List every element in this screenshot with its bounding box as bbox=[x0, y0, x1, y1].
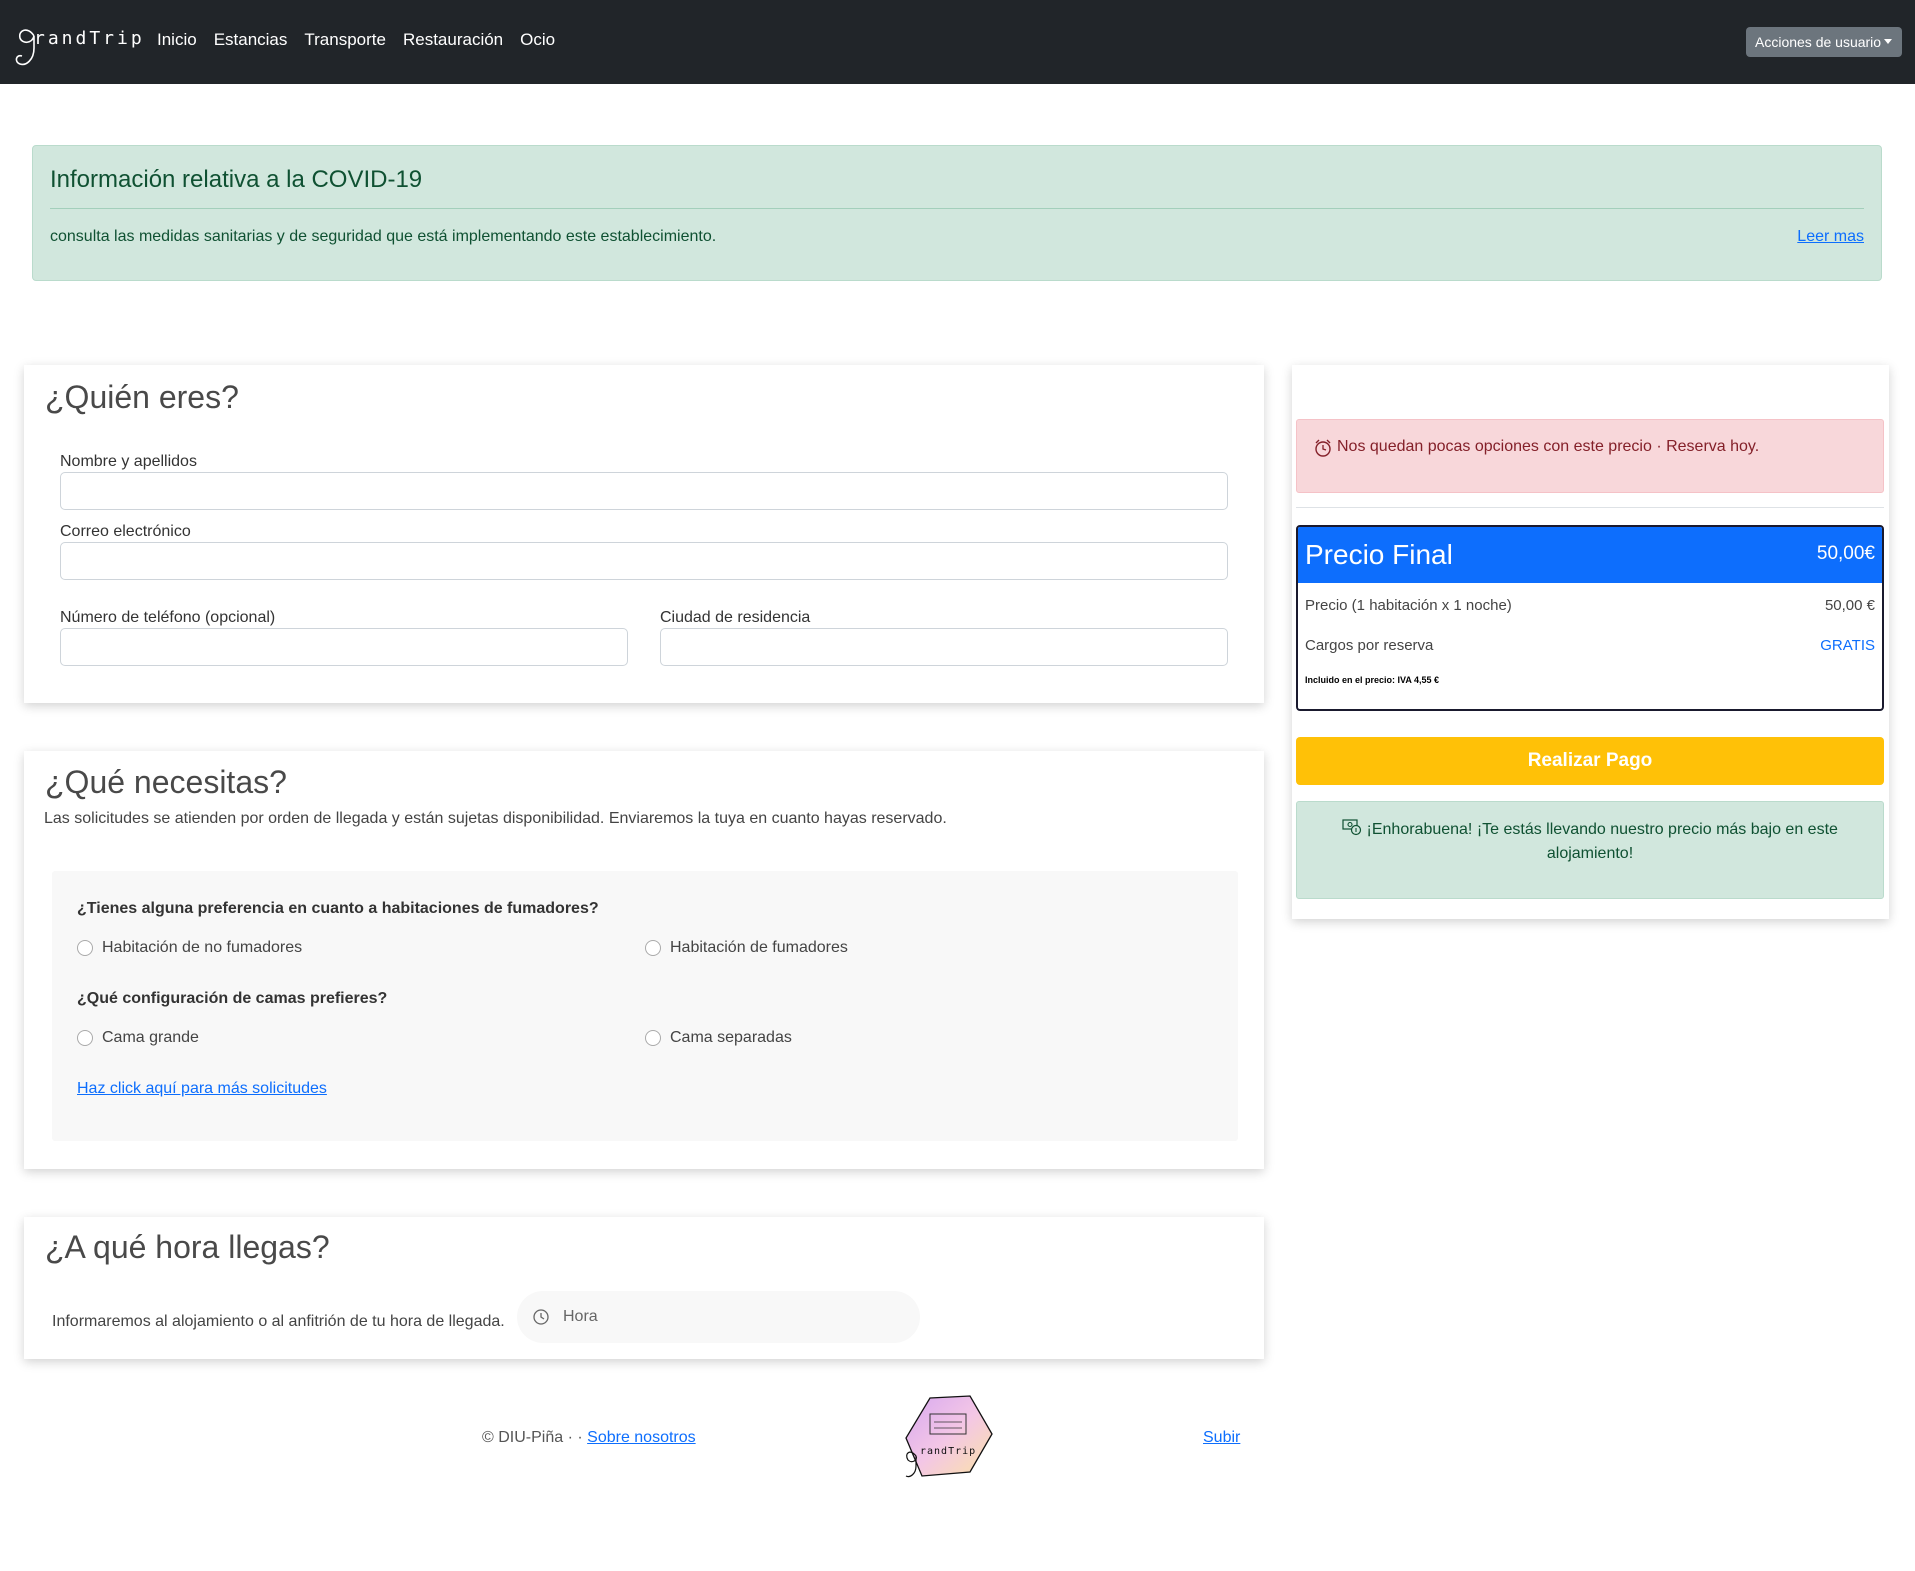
name-input[interactable] bbox=[60, 472, 1228, 510]
price-row-value: 50,00 € bbox=[1824, 597, 1875, 614]
covid-text: consulta las medidas sanitarias y de seg… bbox=[50, 228, 717, 245]
cash-coin-icon bbox=[1342, 819, 1362, 836]
alarm-clock-icon bbox=[1315, 439, 1331, 457]
covid-divider bbox=[50, 208, 1864, 209]
user-actions-dropdown[interactable]: Acciones de usuario bbox=[1746, 27, 1902, 57]
radio-circle[interactable] bbox=[645, 940, 661, 956]
footer-logo: randTrip bbox=[900, 1394, 996, 1482]
price-row-label: Precio (1 habitación x 1 noche) bbox=[1305, 597, 1512, 614]
smoking-question: ¿Tienes alguna preferencia en cuanto a h… bbox=[77, 900, 599, 917]
radio-label: Habitación de no fumadores bbox=[102, 939, 303, 956]
covid-alert: Información relativa a la COVID-19 consu… bbox=[32, 145, 1882, 281]
nav-link-estancias[interactable]: Estancias bbox=[214, 30, 288, 50]
radio-non-smoking[interactable]: Habitación de no fumadores bbox=[77, 939, 302, 957]
radio-big-bed[interactable]: Cama grande bbox=[77, 1029, 199, 1047]
best-price-alert: ¡Enhorabuena! ¡Te estás llevando nuestro… bbox=[1296, 801, 1884, 899]
footer-copyright: © DIU-Piña · · Sobre nosotros bbox=[482, 1429, 696, 1447]
nav-links: Inicio Estancias Transporte Restauración… bbox=[157, 30, 555, 50]
pay-button[interactable]: Realizar Pago bbox=[1296, 737, 1884, 785]
radio-circle[interactable] bbox=[77, 1030, 93, 1046]
footer-logo-icon bbox=[905, 1395, 993, 1478]
read-more-link[interactable]: Leer mas bbox=[1797, 228, 1864, 246]
back-to-top-link[interactable]: Subir bbox=[1203, 1429, 1240, 1447]
needs-title: ¿Qué necesitas? bbox=[45, 764, 287, 800]
about-us-link[interactable]: Sobre nosotros bbox=[587, 1429, 696, 1446]
radio-separate-beds[interactable]: Cama separadas bbox=[645, 1029, 792, 1047]
price-row-room: Precio (1 habitación x 1 noche) 50,00 € bbox=[1305, 597, 1875, 614]
covid-title: Información relativa a la COVID-19 bbox=[50, 166, 423, 193]
arrival-description: Informaremos al alojamiento o al anfitri… bbox=[52, 1313, 505, 1330]
more-requests-link[interactable]: Haz click aquí para más solicitudes bbox=[77, 1080, 327, 1098]
time-input[interactable]: Hora bbox=[517, 1291, 920, 1343]
nav-link-restauracion[interactable]: Restauración bbox=[403, 30, 503, 50]
price-total: 50,00€ bbox=[1816, 543, 1875, 564]
price-header: Precio Final 50,00€ bbox=[1298, 527, 1882, 583]
arrival-card: ¿A qué hora llegas? Informaremos al aloj… bbox=[24, 1217, 1264, 1359]
brand-logo[interactable]: randTrip bbox=[12, 22, 142, 72]
needs-description: Las solicitudes se atienden por orden de… bbox=[44, 810, 947, 827]
price-title: Precio Final bbox=[1305, 539, 1453, 570]
clock-icon bbox=[533, 1309, 549, 1325]
nav-link-transporte[interactable]: Transporte bbox=[304, 30, 386, 50]
brand-text: randTrip bbox=[34, 28, 145, 49]
arrival-title: ¿A qué hora llegas? bbox=[45, 1229, 330, 1265]
price-row-label: Cargos por reserva bbox=[1305, 637, 1434, 654]
iva-note: Incluido en el precio: IVA 4,55 € bbox=[1305, 675, 1440, 685]
radio-label: Habitación de fumadores bbox=[670, 939, 848, 956]
email-label: Correo electrónico bbox=[60, 523, 191, 540]
low-availability-text: Nos quedan pocas opciones con este preci… bbox=[1337, 438, 1760, 455]
price-summary: Precio Final 50,00€ Precio (1 habitación… bbox=[1296, 525, 1884, 711]
navbar: randTrip Inicio Estancias Transporte Res… bbox=[0, 0, 1915, 84]
city-label: Ciudad de residencia bbox=[660, 609, 811, 626]
nav-link-ocio[interactable]: Ocio bbox=[520, 30, 555, 50]
city-input[interactable] bbox=[660, 628, 1228, 666]
phone-label: Número de teléfono (opcional) bbox=[60, 609, 276, 626]
nav-link-inicio[interactable]: Inicio bbox=[157, 30, 197, 50]
needs-card: ¿Qué necesitas? Las solicitudes se atien… bbox=[24, 751, 1264, 1169]
email-input[interactable] bbox=[60, 542, 1228, 580]
booking-sidebar: Nos quedan pocas opciones con este preci… bbox=[1292, 365, 1889, 919]
user-actions-label: Acciones de usuario bbox=[1755, 34, 1882, 50]
best-price-text: ¡Enhorabuena! ¡Te estás llevando nuestro… bbox=[1366, 821, 1838, 862]
price-row-value: GRATIS bbox=[1820, 637, 1875, 654]
bed-question: ¿Qué configuración de camas prefieres? bbox=[77, 990, 388, 1007]
low-availability-alert: Nos quedan pocas opciones con este preci… bbox=[1296, 419, 1884, 493]
radio-label: Cama separadas bbox=[670, 1029, 792, 1046]
requests-box: ¿Tienes alguna preferencia en cuanto a h… bbox=[52, 871, 1238, 1141]
who-card: ¿Quién eres? Nombre y apellidos Correo e… bbox=[24, 365, 1264, 703]
caret-down-icon bbox=[1884, 39, 1892, 44]
radio-smoking[interactable]: Habitación de fumadores bbox=[645, 939, 848, 957]
radio-label: Cama grande bbox=[102, 1029, 199, 1046]
footer-logo-text: randTrip bbox=[920, 1446, 977, 1457]
copyright-text: © DIU-Piña · · bbox=[482, 1429, 583, 1446]
phone-input[interactable] bbox=[60, 628, 628, 666]
who-title: ¿Quién eres? bbox=[45, 379, 239, 415]
sidebar-divider bbox=[1296, 507, 1884, 508]
radio-circle[interactable] bbox=[77, 940, 93, 956]
radio-circle[interactable] bbox=[645, 1030, 661, 1046]
time-placeholder: Hora bbox=[563, 1308, 598, 1325]
price-row-fees: Cargos por reserva GRATIS bbox=[1305, 637, 1875, 654]
name-label: Nombre y apellidos bbox=[60, 453, 197, 470]
